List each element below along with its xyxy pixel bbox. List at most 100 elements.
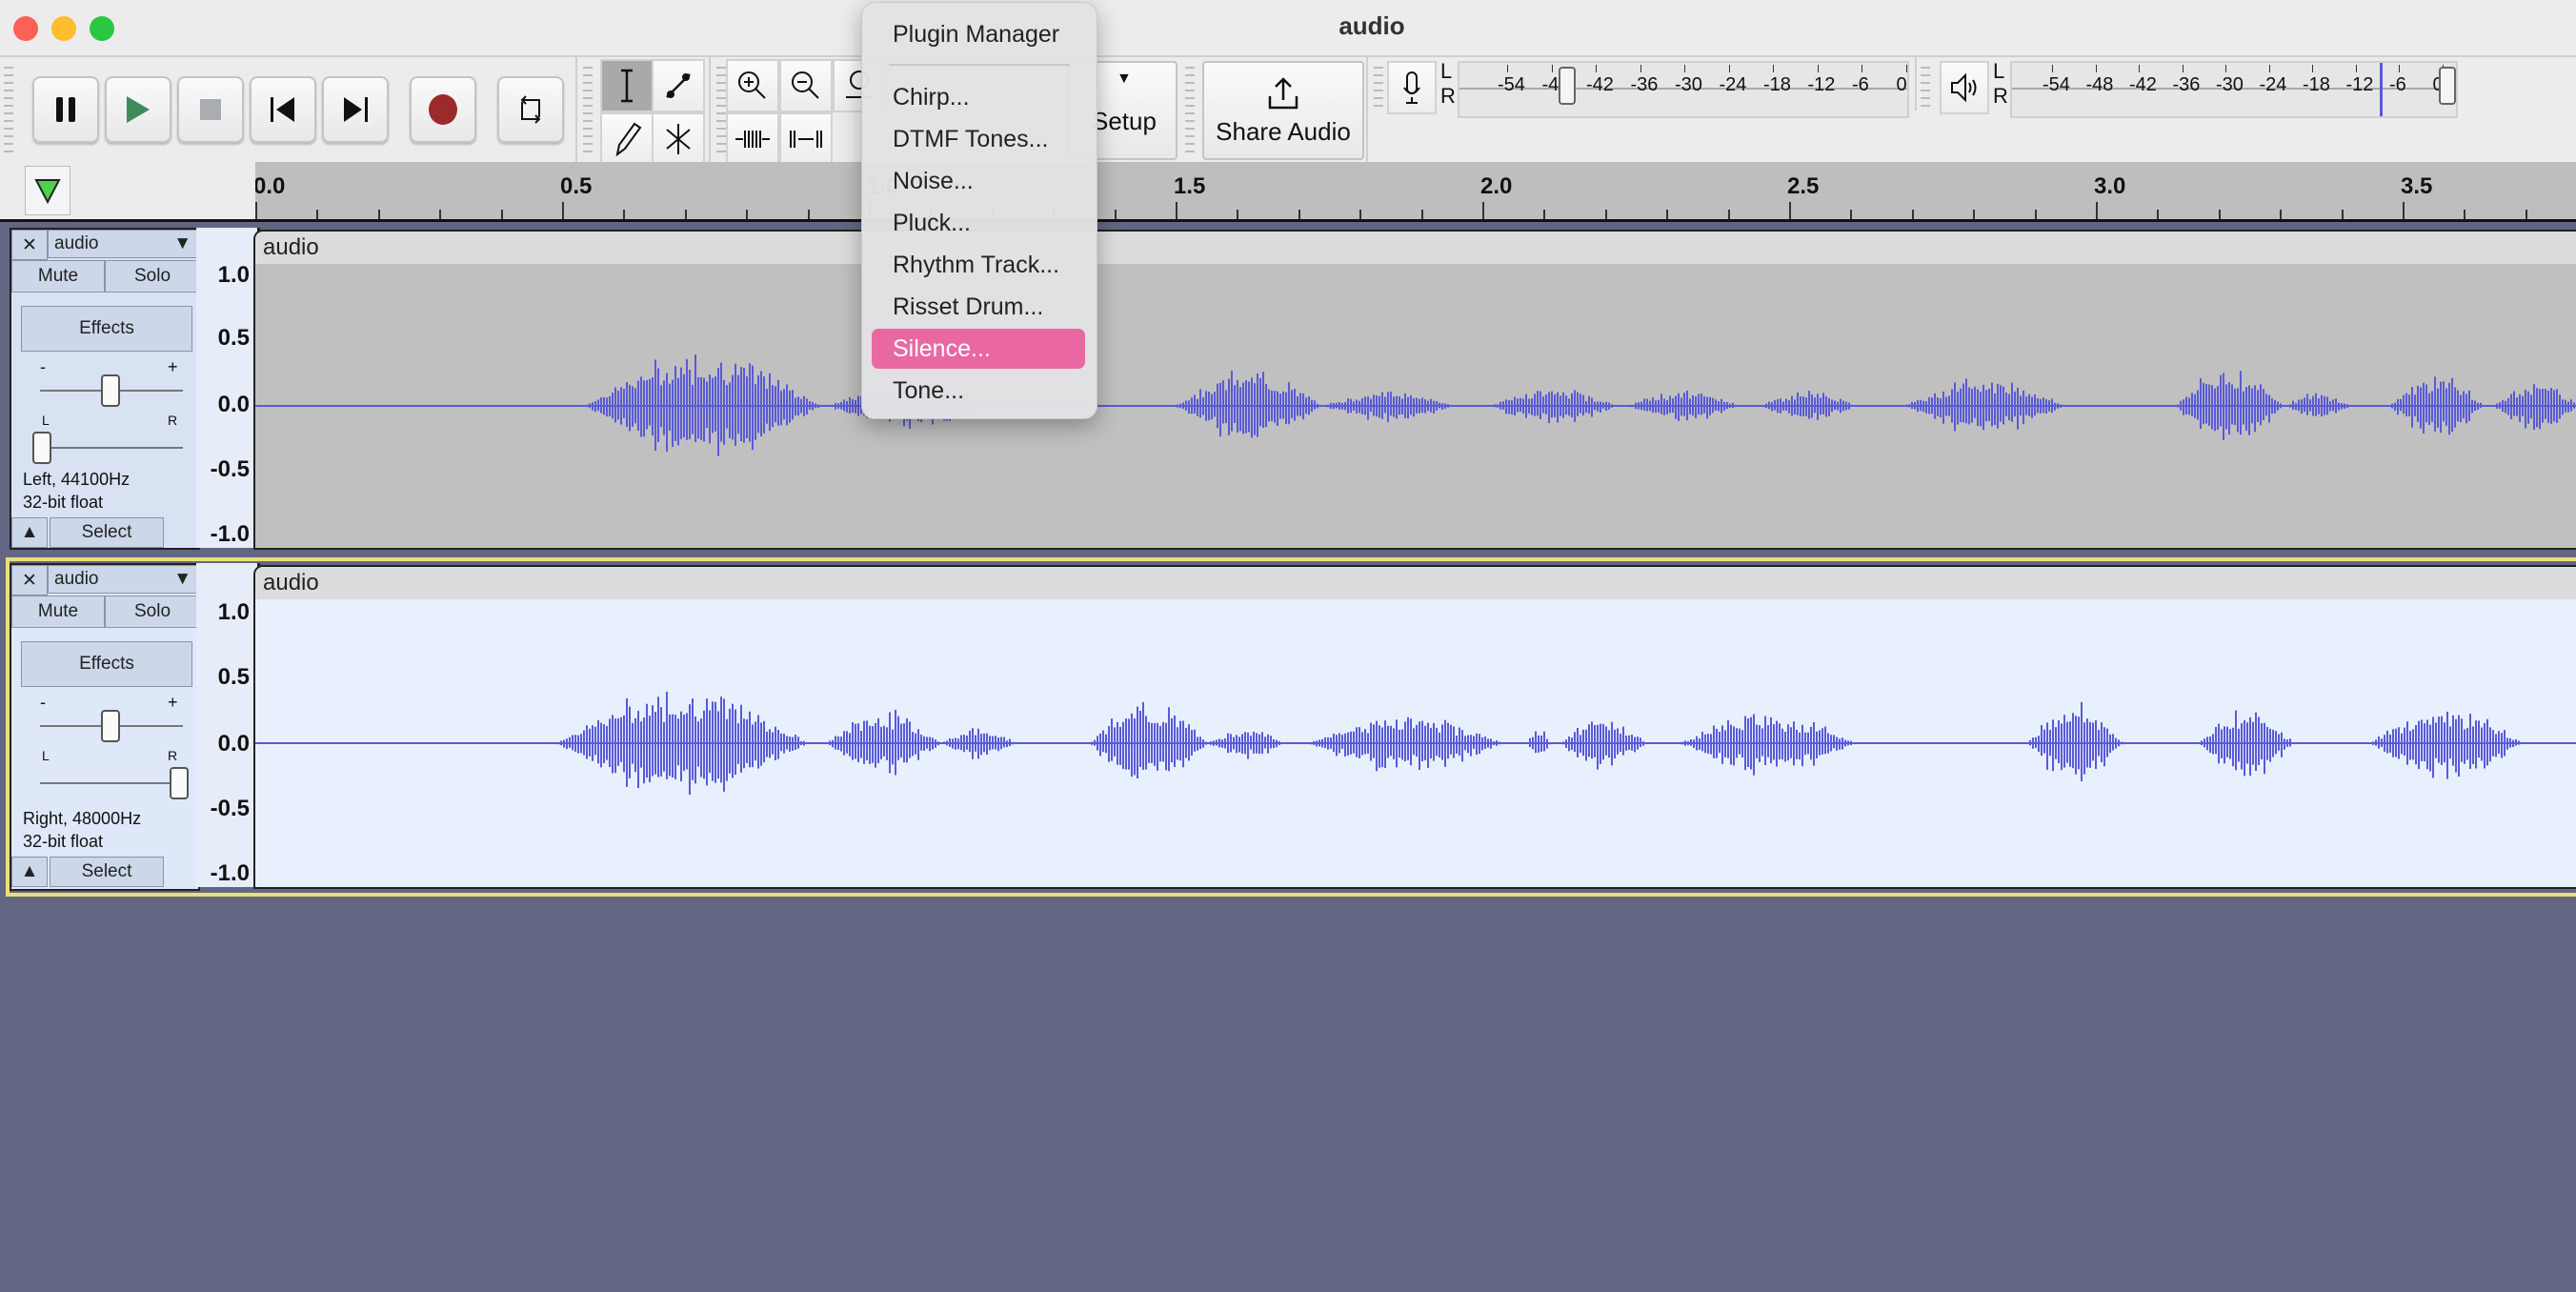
zoom-out-button[interactable] <box>779 59 833 112</box>
menu-item-dtmf-tones[interactable]: DTMF Tones... <box>872 119 1085 159</box>
ruler-tick <box>1237 210 1239 219</box>
meter-scale-label: -12 <box>1807 74 1836 95</box>
waveform[interactable] <box>255 264 2576 548</box>
meter-tick <box>2355 65 2357 72</box>
pan-slider[interactable] <box>32 432 51 464</box>
menu-item-rhythm-track[interactable]: Rhythm Track... <box>872 245 1085 285</box>
effects-button[interactable]: Effects <box>21 641 192 687</box>
clip-title[interactable]: audio <box>255 567 2576 599</box>
rec-meter-grip[interactable] <box>1374 67 1383 109</box>
menu-item-silence[interactable]: Silence... <box>872 329 1085 369</box>
window-title: audio <box>1338 11 1405 40</box>
meter-scale-label: -48 <box>2085 74 2114 95</box>
waveform-burst <box>2029 701 2123 781</box>
meter-scale-label: -42 <box>1586 74 1614 95</box>
loop-button[interactable] <box>497 76 564 143</box>
ruler-tick <box>2403 202 2405 219</box>
mute-button[interactable]: Mute <box>11 596 105 628</box>
stop-button[interactable] <box>177 76 244 143</box>
meter-scale-label: -42 <box>2129 74 2157 95</box>
waveform-burst <box>1529 731 1551 754</box>
track-right[interactable]: ✕ audio ▼ Mute Solo Effects - + L R Righ… <box>6 557 2576 897</box>
waveform-burst <box>1681 714 1855 776</box>
audio-clip[interactable]: audio <box>253 565 2576 889</box>
rec-meter-r-label: R <box>1440 84 1456 108</box>
meter-scale-label: -30 <box>2216 74 2244 95</box>
close-track-button[interactable]: ✕ <box>11 230 48 260</box>
share-grip[interactable] <box>1185 67 1195 154</box>
collapse-up-icon: ▲ <box>20 522 39 542</box>
track-name-menu[interactable]: audio ▼ <box>48 230 198 258</box>
collapse-track-button[interactable]: ▲ <box>11 857 48 887</box>
pause-button[interactable] <box>32 76 99 143</box>
close-track-button[interactable]: ✕ <box>11 565 48 596</box>
menu-item-risset-drum[interactable]: Risset Drum... <box>872 287 1085 327</box>
meter-scale-label: -36 <box>1630 74 1659 95</box>
playback-meter[interactable]: -54-48-42-36-30-24-18-12-60 <box>2010 61 2458 118</box>
select-track-button[interactable]: Select <box>50 857 164 887</box>
recording-meter[interactable]: -54 -48 -42 -36 -30 -24 -18 -12 -6 0 <box>1458 61 1909 118</box>
meter-tick <box>1905 65 1907 72</box>
record-meter-button[interactable] <box>1387 61 1437 114</box>
ruler-tick <box>2464 210 2466 219</box>
menu-item-noise[interactable]: Noise... <box>872 161 1085 201</box>
tools-grip[interactable] <box>583 67 593 154</box>
solo-button[interactable]: Solo <box>105 596 200 628</box>
toolbar-grip[interactable] <box>4 67 13 154</box>
skip-to-start-button[interactable] <box>250 76 316 143</box>
silence-selection-button[interactable] <box>779 112 833 166</box>
trim-outside-button[interactable] <box>726 112 779 166</box>
meter-scale-label: -18 <box>1763 74 1791 95</box>
track-bit-depth: 32-bit float <box>23 493 104 512</box>
draw-tool[interactable] <box>600 112 654 166</box>
trim-icon <box>735 131 770 148</box>
timeline-ruler[interactable]: 0.00.51.01.52.02.53.03.5 <box>0 162 2576 219</box>
track-left[interactable]: ✕ audio ▼ Mute Solo Effects - + L R Left… <box>6 226 2576 552</box>
track-format-info: Left, 44100Hz <box>23 470 131 489</box>
waveform-burst <box>1310 717 1503 772</box>
zoom-in-button[interactable] <box>726 59 779 112</box>
record-button[interactable] <box>410 76 476 143</box>
effects-button[interactable]: Effects <box>21 306 192 352</box>
vertical-scale[interactable]: 1.0 0.5 0.0 -0.5 -1.0 <box>196 228 260 548</box>
envelope-icon <box>666 73 691 98</box>
mute-button[interactable]: Mute <box>11 260 105 293</box>
meter-tick <box>1507 65 1508 72</box>
recording-volume-slider[interactable] <box>1559 67 1576 105</box>
solo-button[interactable]: Solo <box>105 260 200 293</box>
pan-slider[interactable] <box>170 767 189 799</box>
ruler-tick <box>439 210 442 219</box>
menu-item-plugin-manager[interactable]: Plugin Manager <box>872 14 1085 54</box>
meter-tick <box>2095 65 2097 72</box>
menu-item-tone[interactable]: Tone... <box>872 371 1085 411</box>
waveform-burst <box>1324 392 1455 423</box>
edit-grip[interactable] <box>716 67 726 154</box>
waveform[interactable] <box>255 599 2576 887</box>
clip-title[interactable]: audio <box>255 232 2576 264</box>
scale-label: -1.0 <box>210 860 250 886</box>
select-track-button[interactable]: Select <box>50 517 164 548</box>
playback-meter-button[interactable] <box>1940 61 1989 114</box>
zoom-in-icon <box>738 71 766 99</box>
pause-icon <box>56 97 75 122</box>
play-button[interactable] <box>105 76 171 143</box>
selection-tool[interactable] <box>600 59 654 112</box>
track-name-menu[interactable]: audio ▼ <box>48 565 198 594</box>
envelope-tool[interactable] <box>652 59 705 112</box>
ruler-tick <box>2157 210 2160 219</box>
play-head-button[interactable] <box>25 166 70 215</box>
playback-volume-slider[interactable] <box>2439 67 2456 105</box>
gain-min-label: - <box>40 693 46 712</box>
audio-clip[interactable]: audio <box>253 230 2576 550</box>
collapse-track-button[interactable]: ▲ <box>11 517 48 548</box>
share-audio-button[interactable]: Share Audio <box>1202 61 1364 160</box>
multi-tool[interactable] <box>652 112 705 166</box>
gain-slider[interactable] <box>101 710 120 742</box>
menu-item-pluck[interactable]: Pluck... <box>872 203 1085 243</box>
gain-slider[interactable] <box>101 374 120 407</box>
skip-to-end-button[interactable] <box>322 76 389 143</box>
meter-tick <box>1773 65 1774 72</box>
menu-item-chirp[interactable]: Chirp... <box>872 77 1085 117</box>
play-meter-grip[interactable] <box>1921 67 1930 109</box>
vertical-scale[interactable]: 1.0 0.5 0.0 -0.5 -1.0 <box>196 563 260 887</box>
